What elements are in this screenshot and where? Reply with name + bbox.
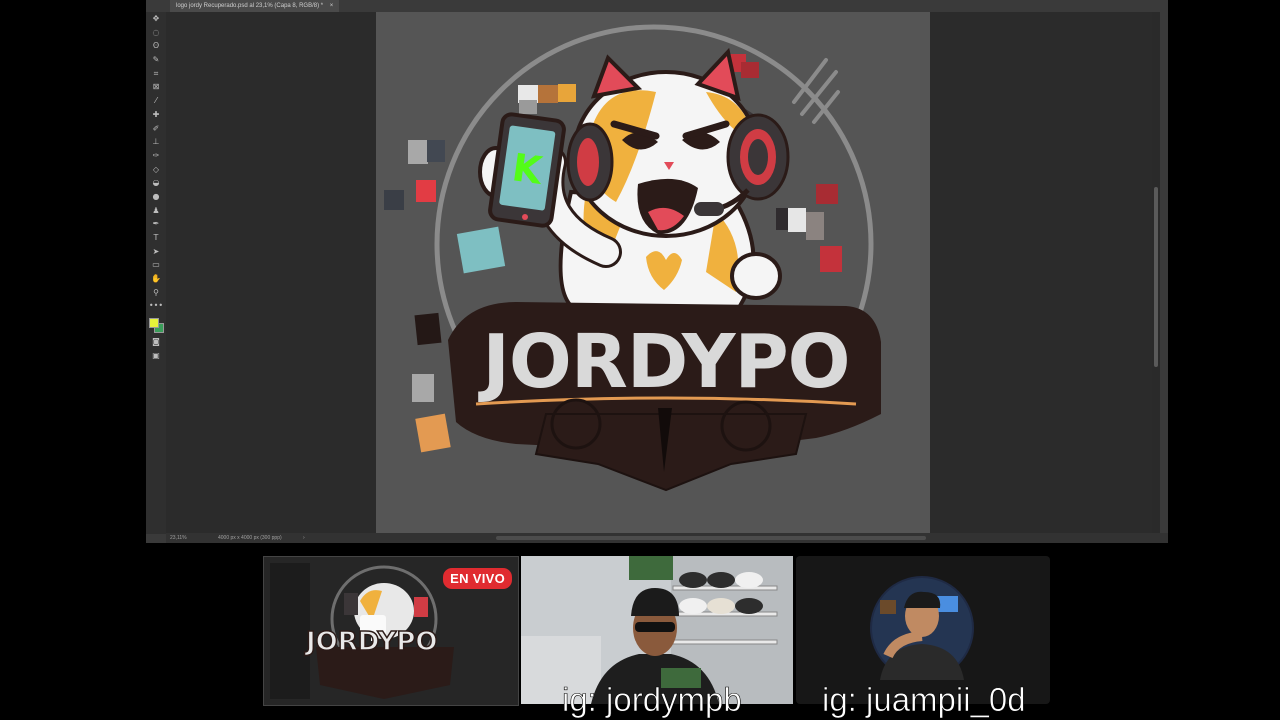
paint-bucket-tool-icon[interactable]: ◒: [146, 176, 166, 190]
stamp-tool-icon[interactable]: ⊥: [146, 135, 166, 149]
pasteboard[interactable]: K JORDYPO: [166, 12, 1160, 533]
logo-wordmark: JORDYPO: [448, 302, 881, 492]
move-tool-icon[interactable]: ✥: [146, 12, 166, 26]
caption-jordy: ig: jordympb: [562, 681, 742, 719]
frame-tool-icon[interactable]: ⊠: [146, 80, 166, 94]
more-tools-icon[interactable]: •••: [146, 299, 166, 313]
quick-mask-icon[interactable]: ◙: [146, 335, 166, 349]
vertical-scroll-thumb[interactable]: [1154, 187, 1158, 367]
rectangle-tool-icon[interactable]: ▭: [146, 258, 166, 272]
history-brush-tool-icon[interactable]: ✑: [146, 149, 166, 163]
brush-tool-icon[interactable]: ✐: [146, 122, 166, 136]
caption-juampii: ig: juampii_0d: [822, 681, 1026, 719]
vertical-scrollbar[interactable]: [1152, 12, 1160, 533]
live-badge: EN VIVO: [443, 568, 512, 589]
logo-wordmark-text: JORDYPO: [477, 319, 849, 405]
eraser-tool-icon[interactable]: ◇: [146, 163, 166, 177]
healing-brush-tool-icon[interactable]: ✚: [146, 108, 166, 122]
type-tool-icon[interactable]: T: [146, 231, 166, 245]
phone-graphic: K: [488, 112, 566, 228]
logo-artwork: K JORDYPO: [384, 24, 881, 492]
document-canvas[interactable]: K JORDYPO: [376, 12, 930, 533]
tool-list: ✥ ◌ ʘ ✎ ⌗ ⊠ ⁄ ✚ ✐ ⊥ ✑ ◇ ◒ ● ♟ ✒ T ➤ ▭ ✋ ⚲ •••: [146, 12, 166, 313]
zoom-status[interactable]: 23,11%: [170, 535, 187, 541]
crop-tool-icon[interactable]: ⌗: [146, 67, 166, 81]
tools-panel: ✥ ◌ ʘ ✎ ⌗ ⊠ ⁄ ✚ ✐ ⊥ ✑ ◇ ◒ ● ♟ ✒ T ➤ ▭ ✋ ⚲ ••• ◙ ▣: [146, 12, 166, 534]
status-bar: 23,11% 4000 px x 4000 px (300 ppp) ›: [166, 533, 1168, 543]
lasso-tool-icon[interactable]: ʘ: [146, 39, 166, 53]
document-size-status: 4000 px x 4000 px (300 ppp): [217, 535, 282, 541]
magic-wand-tool-icon[interactable]: ✎: [146, 53, 166, 67]
scratch-marks: [792, 58, 840, 124]
zoom-tool-icon[interactable]: ⚲: [146, 286, 166, 300]
hand-tool-icon[interactable]: ✋: [146, 272, 166, 286]
screen-share-tile[interactable]: JORDYPO EN VIVO: [263, 556, 519, 706]
mini-logo-text: JORDYPO: [305, 626, 438, 658]
photoshop-window: logo jordy Recuperado.psd al 23,1% (Capa…: [146, 0, 1168, 543]
blur-tool-icon[interactable]: ●: [146, 190, 166, 204]
bottom-tool-list: ◙ ▣: [146, 335, 166, 362]
marquee-tool-icon[interactable]: ◌: [146, 26, 166, 40]
document-tab[interactable]: logo jordy Recuperado.psd al 23,1% (Capa…: [170, 0, 340, 12]
document-tab-title: logo jordy Recuperado.psd al 23,1% (Capa…: [176, 3, 324, 9]
pen-tool-icon[interactable]: ✒: [146, 217, 166, 231]
screen-mode-icon[interactable]: ▣: [146, 349, 166, 363]
close-tab-icon[interactable]: ×: [330, 3, 334, 9]
horizontal-scrollbar[interactable]: [496, 536, 926, 540]
dodge-tool-icon[interactable]: ♟: [146, 204, 166, 218]
person-glasses: [635, 622, 675, 632]
foreground-color-swatch[interactable]: [149, 318, 159, 329]
eyedropper-tool-icon[interactable]: ⁄: [146, 94, 166, 108]
status-arrow-icon[interactable]: ›: [303, 535, 305, 541]
color-swatches[interactable]: [146, 313, 166, 335]
path-selection-tool-icon[interactable]: ➤: [146, 245, 166, 259]
